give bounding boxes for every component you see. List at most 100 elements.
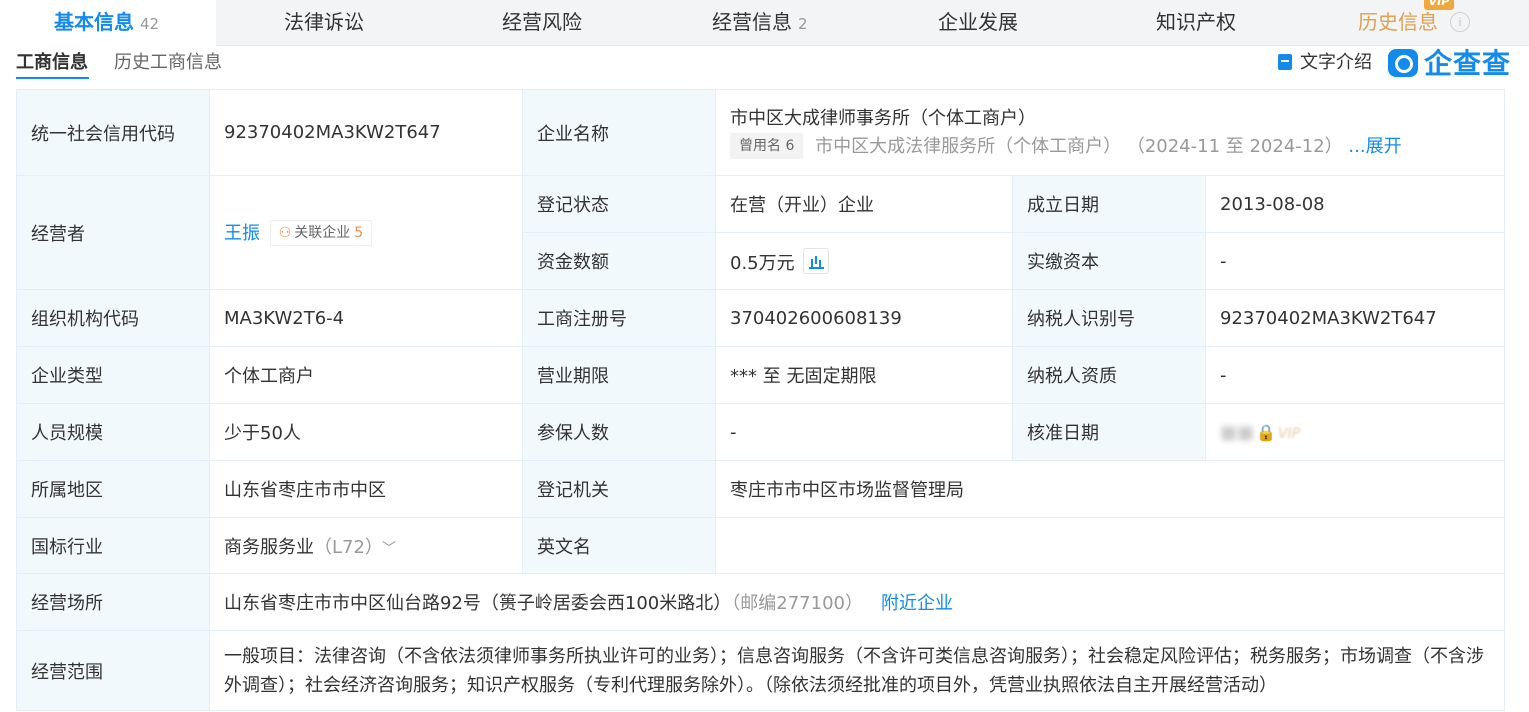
former-names-line: 曾用名 6 市中区大成法律服务所（个体工商户） （2024-11 至 2024-… bbox=[730, 132, 1490, 161]
status-label: 登记状态 bbox=[522, 175, 716, 233]
table-row: 经营者 王振 ⚇ 关联企业 5 登记状态 在营（开业）企业 成立日期 2013-08… bbox=[16, 175, 1505, 290]
table-row: 企业类型 个体工商户 营业期限 *** 至 无固定期限 纳税人资质 - bbox=[16, 346, 1505, 404]
tax-id-label: 纳税人识别号 bbox=[1012, 289, 1206, 347]
operator-cell: 王振 ⚇ 关联企业 5 bbox=[209, 175, 523, 290]
table-row: 统一社会信用代码 92370402MA3KW2T647 企业名称 市中区大成律师… bbox=[16, 89, 1505, 176]
approved-date-label: 核准日期 bbox=[1012, 403, 1206, 461]
paid-capital-value: - bbox=[1205, 232, 1505, 290]
company-name-value: 市中区大成律师事务所（个体工商户） bbox=[730, 107, 1036, 129]
insured-value: - bbox=[715, 403, 1013, 461]
table-row: 国标行业 商务服务业（L72） ﹀ 英文名 bbox=[16, 517, 1505, 574]
taxpayer-value: - bbox=[1205, 346, 1505, 404]
company-name-label: 企业名称 bbox=[522, 89, 716, 176]
address-value: 山东省枣庄市市中区仙台路92号（篑子岭居委会西100米路北） bbox=[224, 593, 732, 614]
business-info-table: 统一社会信用代码 92370402MA3KW2T647 企业名称 市中区大成律师… bbox=[16, 89, 1505, 711]
logo-icon bbox=[1388, 49, 1418, 77]
nearby-companies-link[interactable]: 附近企业 bbox=[881, 593, 953, 614]
related-count: 5 bbox=[354, 225, 364, 241]
tab-legal[interactable]: 法律诉讼 bbox=[284, 0, 364, 46]
chevron-down-icon[interactable]: ﹀ bbox=[382, 541, 396, 557]
tab-label: 企业发展 bbox=[938, 10, 1018, 34]
authority-value: 枣庄市市中区市场监督管理局 bbox=[715, 460, 1505, 518]
qichacha-logo: 企查查 bbox=[1388, 42, 1511, 82]
english-name-value bbox=[715, 517, 1505, 574]
former-names-tag[interactable]: 曾用名 6 bbox=[730, 132, 804, 159]
insured-label: 参保人数 bbox=[522, 403, 716, 461]
industry-value: 商务服务业 bbox=[224, 536, 314, 558]
top-tab-bar: 基本信息 42 法律诉讼 经营风险 经营信息 2 企业发展 知识产权 历史信息 VI… bbox=[0, 0, 1529, 46]
postcode: （邮编277100） bbox=[731, 593, 863, 614]
related-network-icon: ⚇ bbox=[278, 225, 292, 241]
address-cell: 山东省枣庄市市中区仙台路92号（篑子岭居委会西100米路北）（邮编277100）… bbox=[209, 573, 1505, 631]
credit-code-value: 92370402MA3KW2T647 bbox=[209, 89, 523, 176]
former-name-period: （2024-11 至 2024-12） bbox=[1126, 135, 1343, 157]
expand-link[interactable]: ...展开 bbox=[1348, 136, 1401, 157]
type-value: 个体工商户 bbox=[209, 346, 523, 404]
founded-value: 2013-08-08 bbox=[1205, 175, 1505, 233]
industry-code: （L72） bbox=[314, 536, 374, 558]
org-code-value: MA3KW2T6-4 bbox=[209, 289, 523, 347]
tab-count: 2 bbox=[798, 15, 808, 33]
table-row: 经营场所 山东省枣庄市市中区仙台路92号（篑子岭居委会西100米路北）（邮编27… bbox=[16, 573, 1505, 631]
document-icon bbox=[1278, 54, 1292, 70]
table-row: 人员规模 少于50人 参保人数 - 核准日期 ■■ 🔒 VIP bbox=[16, 403, 1505, 461]
address-label: 经营场所 bbox=[16, 573, 210, 631]
tax-id-value: 92370402MA3KW2T647 bbox=[1205, 289, 1505, 347]
founded-label: 成立日期 bbox=[1012, 175, 1206, 233]
active-subtab-underline bbox=[16, 77, 89, 79]
reg-no-label: 工商注册号 bbox=[522, 289, 716, 347]
tab-count: 42 bbox=[140, 15, 160, 33]
table-row: 经营范围 一般项目：法律咨询（不含依法须律师事务所执业许可的业务）；信息咨询服务… bbox=[16, 630, 1505, 711]
related-companies-tag[interactable]: ⚇ 关联企业 5 bbox=[269, 220, 373, 246]
org-code-label: 组织机构代码 bbox=[16, 289, 210, 347]
lock-icon: 🔒 bbox=[1256, 422, 1276, 442]
tab-label: 经营信息 bbox=[712, 10, 792, 34]
info-icon[interactable]: i bbox=[1450, 12, 1470, 32]
text-intro-button[interactable]: 文字介绍 bbox=[1278, 48, 1372, 74]
subtab-history-business-info[interactable]: 历史工商信息 bbox=[114, 48, 222, 74]
staff-value: 少于50人 bbox=[209, 403, 523, 461]
funds-cell: 0.5万元 bbox=[715, 232, 1013, 290]
industry-cell[interactable]: 商务服务业（L72） ﹀ bbox=[209, 517, 523, 574]
scope-label: 经营范围 bbox=[16, 630, 210, 711]
vip-locked-value[interactable]: ■■ 🔒 VIP bbox=[1220, 422, 1300, 443]
term-label: 营业期限 bbox=[522, 346, 716, 404]
tab-ip[interactable]: 知识产权 bbox=[1156, 0, 1236, 46]
reg-no-value: 370402600608139 bbox=[715, 289, 1013, 347]
region-value: 山东省枣庄市市中区 bbox=[209, 460, 523, 518]
paid-capital-label: 实缴资本 bbox=[1012, 232, 1206, 290]
table-row: 组织机构代码 MA3KW2T6-4 工商注册号 370402600608139 … bbox=[16, 289, 1505, 347]
term-value: *** 至 无固定期限 bbox=[715, 346, 1013, 404]
vip-badge: VIP bbox=[1424, 0, 1454, 10]
operator-link[interactable]: 王振 bbox=[224, 223, 260, 244]
scope-value: 一般项目：法律咨询（不含依法须律师事务所执业许可的业务）；信息咨询服务（不含许可… bbox=[209, 630, 1505, 711]
tab-basic-info[interactable]: 基本信息 42 bbox=[0, 0, 216, 46]
chart-icon[interactable] bbox=[802, 247, 829, 274]
industry-label: 国标行业 bbox=[16, 517, 210, 574]
staff-label: 人员规模 bbox=[16, 403, 210, 461]
authority-label: 登记机关 bbox=[522, 460, 716, 518]
type-label: 企业类型 bbox=[16, 346, 210, 404]
credit-code-label: 统一社会信用代码 bbox=[16, 89, 210, 176]
tab-label: 知识产权 bbox=[1156, 10, 1236, 34]
tab-business[interactable]: 经营信息 2 bbox=[712, 0, 808, 46]
tab-development[interactable]: 企业发展 bbox=[938, 0, 1018, 46]
table-row: 所属地区 山东省枣庄市市中区 登记机关 枣庄市市中区市场监督管理局 bbox=[16, 460, 1505, 518]
text-intro-label: 文字介绍 bbox=[1300, 52, 1372, 73]
blurred-date: ■■ bbox=[1220, 421, 1255, 443]
related-label: 关联企业 bbox=[294, 225, 351, 241]
tab-label: 历史信息 bbox=[1358, 10, 1438, 34]
funds-label: 资金数额 bbox=[522, 232, 716, 290]
subtab-business-info[interactable]: 工商信息 bbox=[16, 48, 88, 74]
tab-label: 经营风险 bbox=[502, 10, 582, 34]
approved-date-cell[interactable]: ■■ 🔒 VIP bbox=[1205, 403, 1505, 461]
former-name: 市中区大成法律服务所（个体工商户） bbox=[815, 135, 1122, 157]
logo-text: 企查查 bbox=[1424, 47, 1512, 80]
tab-risk[interactable]: 经营风险 bbox=[502, 0, 582, 46]
region-label: 所属地区 bbox=[16, 460, 210, 518]
taxpayer-label: 纳税人资质 bbox=[1012, 346, 1206, 404]
funds-value: 0.5万元 bbox=[730, 252, 795, 274]
status-value: 在营（开业）企业 bbox=[715, 175, 1013, 233]
tab-label: 基本信息 bbox=[54, 10, 134, 34]
company-name-cell: 市中区大成律师事务所（个体工商户） 曾用名 6 市中区大成法律服务所（个体工商户… bbox=[715, 89, 1505, 176]
